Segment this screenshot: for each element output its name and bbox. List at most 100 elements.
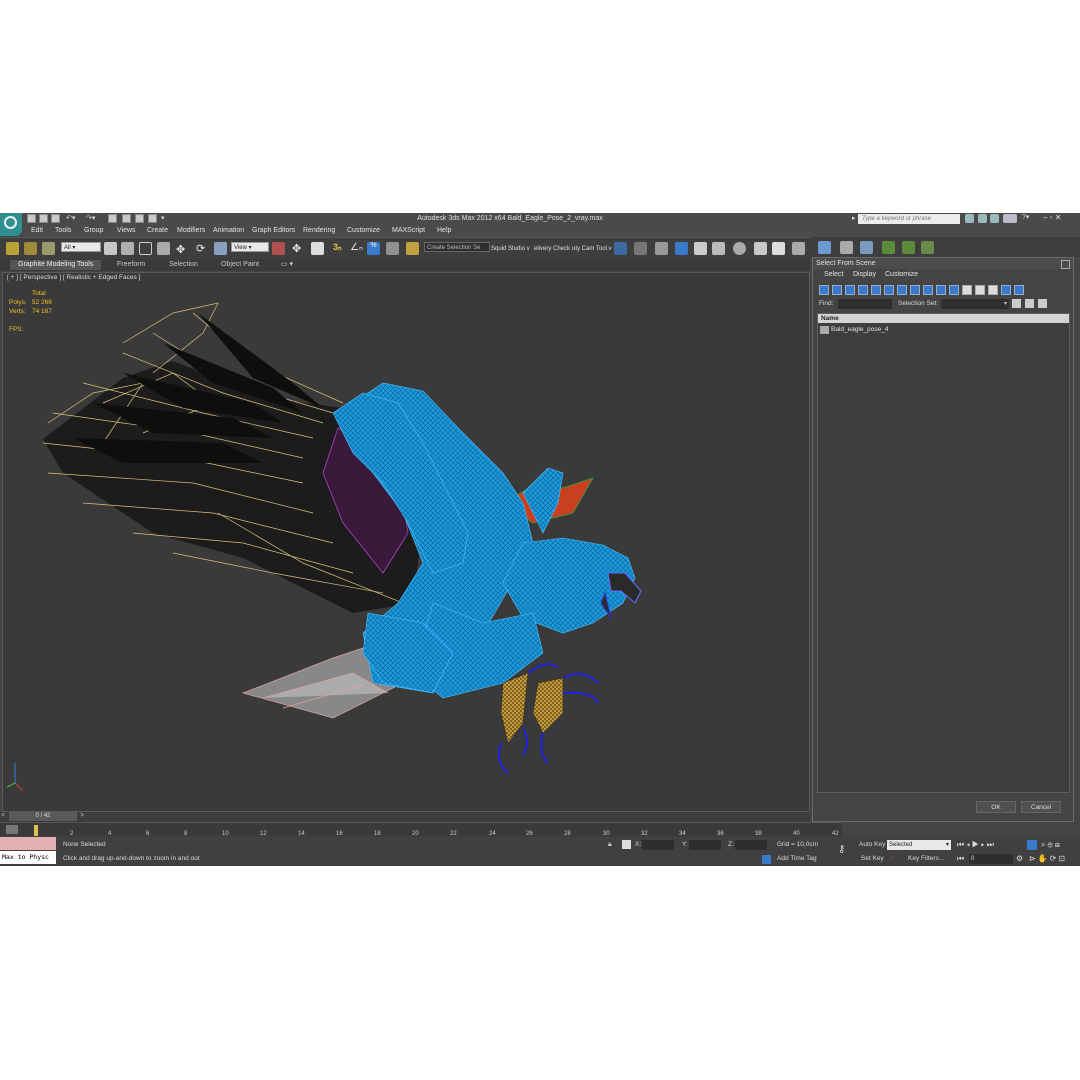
filter-toggle-icon[interactable]: [1014, 285, 1024, 295]
filter-toggle-icon[interactable]: [858, 285, 868, 295]
scene-object-list[interactable]: Name Bald_eagle_pose_4: [817, 313, 1070, 793]
rendered-frame-icon[interactable]: [772, 242, 785, 255]
filter-toggle-icon[interactable]: [1001, 285, 1011, 295]
filter-toggle-icon[interactable]: [819, 285, 829, 295]
save-file-icon[interactable]: [51, 214, 60, 223]
rect-selection-icon[interactable]: [139, 242, 152, 255]
tools-icon[interactable]: [978, 214, 987, 223]
dialog-title[interactable]: Select From Scene: [813, 258, 1073, 269]
filter-toggle-icon[interactable]: [884, 285, 894, 295]
align-icon[interactable]: [634, 242, 647, 255]
material-editor-icon[interactable]: [733, 242, 746, 255]
cancel-button[interactable]: Cancel: [1021, 801, 1061, 813]
comm-center-icon[interactable]: [1003, 214, 1017, 223]
maxscript-listener-pink[interactable]: [0, 837, 56, 850]
selection-set-icon-3[interactable]: [1038, 299, 1047, 308]
menu-tools[interactable]: Tools: [55, 227, 71, 234]
pivot-icon[interactable]: [272, 242, 285, 255]
redo-icon[interactable]: ↷▾: [86, 214, 95, 222]
schematic-view-icon[interactable]: [712, 242, 725, 255]
menu-views[interactable]: Views: [117, 227, 136, 234]
bind-spacewarp-icon[interactable]: [42, 242, 55, 255]
percent-snap-icon[interactable]: %: [367, 242, 380, 255]
named-selection-set-dropdown[interactable]: Create Selection Se: [424, 242, 490, 252]
binoculars-icon[interactable]: [965, 214, 974, 223]
filter-toggle-icon[interactable]: [832, 285, 842, 295]
menu-customize[interactable]: Customize: [347, 227, 380, 234]
project-folder-icon[interactable]: [108, 214, 117, 223]
menu-modifiers[interactable]: Modifiers: [177, 227, 205, 234]
menu-graph-editors[interactable]: Graph Editors: [252, 227, 295, 234]
menu-edit[interactable]: Edit: [31, 227, 43, 234]
dialog-menu-display[interactable]: Display: [853, 271, 876, 278]
tab-object-paint[interactable]: Object Paint: [221, 261, 259, 268]
script-button-c[interactable]: uty Cam Tool v: [572, 246, 612, 252]
menu-help[interactable]: Help: [437, 227, 451, 234]
menu-animation[interactable]: Animation: [213, 227, 244, 234]
menu-group[interactable]: Group: [84, 227, 103, 234]
menu-create[interactable]: Create: [147, 227, 168, 234]
select-object-icon[interactable]: [104, 242, 117, 255]
ref-coord-dropdown[interactable]: View ▾: [231, 242, 269, 252]
time-next-icon[interactable]: >: [80, 812, 84, 819]
utilities-panel-icon[interactable]: [921, 241, 934, 254]
selection-set-dropdown[interactable]: ▾: [941, 299, 1009, 309]
add-time-tag[interactable]: Add Time Tag: [777, 855, 817, 862]
curve-editor-icon[interactable]: [694, 242, 707, 255]
auto-key-button[interactable]: Auto Key: [859, 841, 885, 848]
perspective-viewport[interactable]: [ + ] [ Perspective ] [ Realistic + Edge…: [2, 272, 810, 812]
display-panel-icon[interactable]: [902, 241, 915, 254]
selection-set-icon-2[interactable]: [1025, 299, 1034, 308]
ribbon-options-icon[interactable]: ▭ ▾: [281, 260, 293, 268]
set-key-button[interactable]: Set Key: [861, 855, 884, 862]
selection-set-icon-1[interactable]: [1012, 299, 1021, 308]
app-logo-icon[interactable]: [0, 213, 22, 236]
key-filters-button[interactable]: Key Filters...: [908, 855, 944, 862]
lock-icon[interactable]: 🔒︎: [608, 841, 612, 849]
filter-toggle-icon[interactable]: [845, 285, 855, 295]
hierarchy-panel-icon[interactable]: [860, 241, 873, 254]
find-input[interactable]: [838, 299, 892, 309]
column-header-name[interactable]: Name: [818, 314, 1069, 323]
angle-snap-icon[interactable]: ∠ₙ: [350, 242, 363, 253]
layer-manager-icon[interactable]: [655, 242, 668, 255]
filter-toggle-icon[interactable]: [871, 285, 881, 295]
unlink-icon[interactable]: [24, 242, 37, 255]
help-icon[interactable]: ?▾: [1022, 213, 1029, 221]
dialog-menu-select[interactable]: Select: [824, 271, 843, 278]
graphite-toggle-icon[interactable]: [675, 242, 688, 255]
tab-selection[interactable]: Selection: [169, 261, 198, 268]
filter-toggle-icon[interactable]: [962, 285, 972, 295]
list-item[interactable]: Bald_eagle_pose_4: [831, 326, 888, 333]
filter-toggle-icon[interactable]: [936, 285, 946, 295]
edit-named-sel-icon[interactable]: [406, 242, 419, 255]
close-icon[interactable]: [1061, 260, 1070, 269]
tab-freeform[interactable]: Freeform: [117, 261, 145, 268]
workspace-icon-2[interactable]: [135, 214, 144, 223]
snap-3d-icon[interactable]: 3ₙ: [333, 242, 342, 253]
maxscript-listener-input[interactable]: Max to Physc: [0, 851, 56, 864]
frame-jump-icon[interactable]: ⏮: [957, 854, 964, 864]
viewport-nav-controls[interactable]: ⌕⊕⊞: [1041, 840, 1062, 850]
filter-toggle-icon[interactable]: [949, 285, 959, 295]
eagle-model[interactable]: [3, 273, 809, 811]
link-icon[interactable]: [6, 242, 19, 255]
open-file-icon[interactable]: [39, 214, 48, 223]
star-icon[interactable]: [990, 214, 999, 223]
spinner-snap-icon[interactable]: [386, 242, 399, 255]
script-button-b[interactable]: elivery Check: [534, 246, 570, 252]
modify-panel-icon[interactable]: [840, 241, 853, 254]
time-config-icon[interactable]: ⚙: [1016, 854, 1023, 863]
current-frame-field[interactable]: 0: [969, 854, 1013, 864]
select-manipulate-icon[interactable]: ✥: [292, 242, 301, 255]
filter-toggle-icon[interactable]: [897, 285, 907, 295]
time-slider-thumb[interactable]: 0 / 42: [9, 812, 77, 821]
search-input[interactable]: Type a keyword or phrase: [858, 214, 960, 224]
new-file-icon[interactable]: [27, 214, 36, 223]
mirror-icon[interactable]: [614, 242, 627, 255]
undo-icon[interactable]: ↶▾: [66, 214, 75, 222]
render-production-icon[interactable]: [792, 242, 805, 255]
motion-panel-icon[interactable]: [882, 241, 895, 254]
menu-rendering[interactable]: Rendering: [303, 227, 335, 234]
mini-curve-editor-icon[interactable]: [6, 825, 18, 834]
